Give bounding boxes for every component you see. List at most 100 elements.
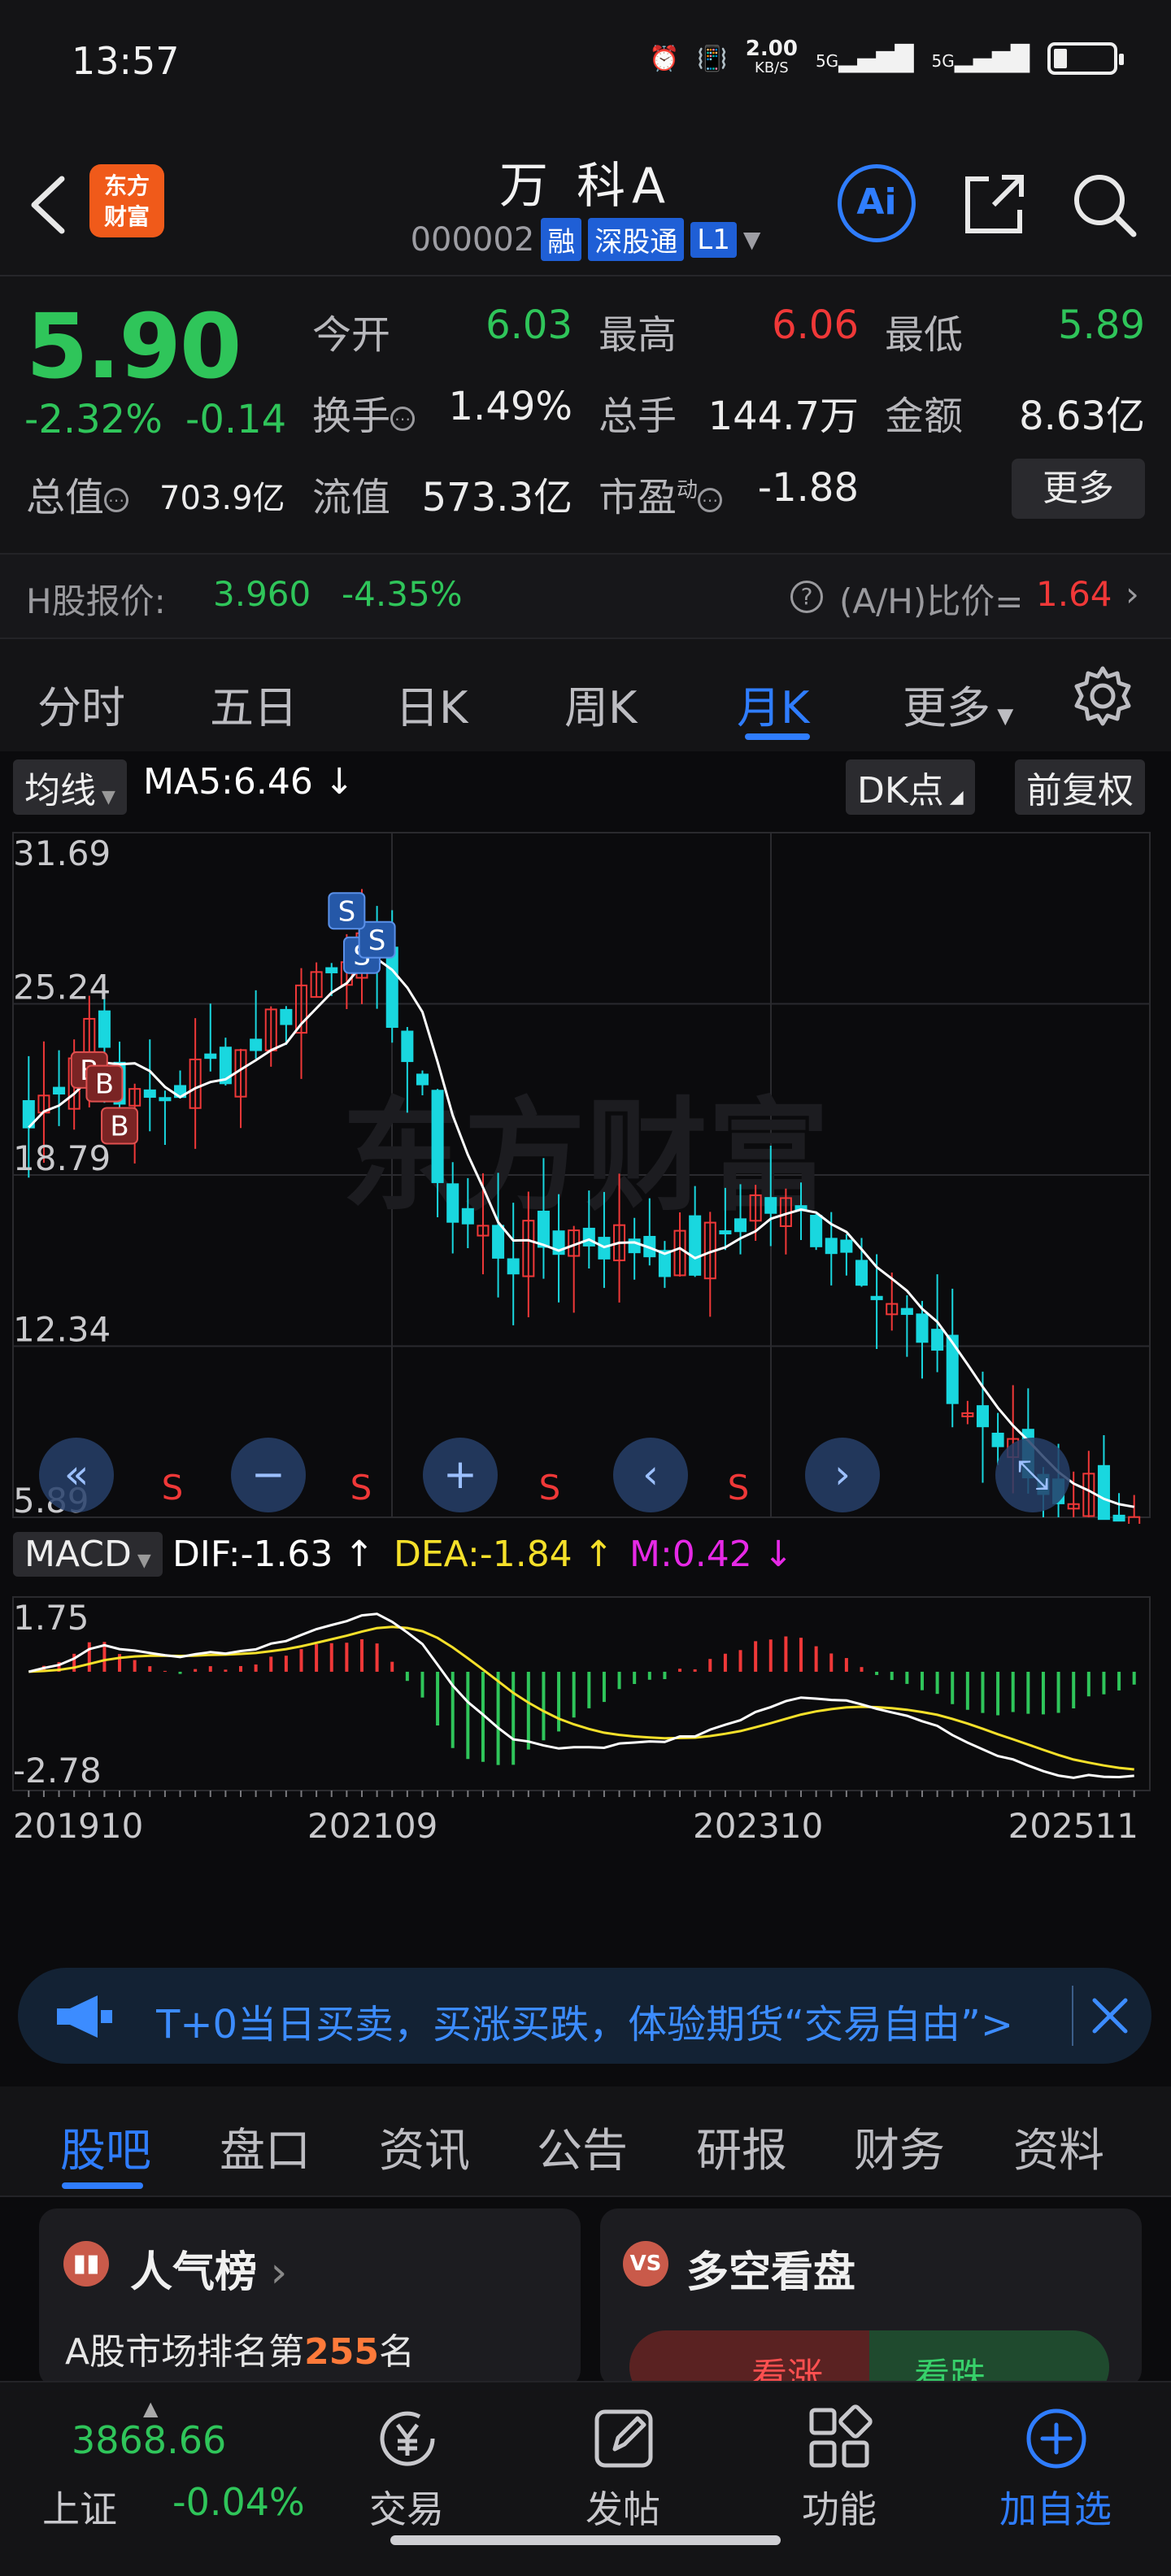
share-icon[interactable] bbox=[958, 168, 1031, 241]
popularity-card[interactable]: ▮▮ 人气榜 › A股市场排名第255名 bbox=[39, 2208, 581, 2387]
search-icon[interactable] bbox=[1067, 168, 1140, 241]
candle-body bbox=[385, 946, 398, 1029]
candle-body bbox=[810, 1215, 823, 1247]
turnover-label[interactable]: 换手 ⋯ bbox=[312, 384, 416, 441]
caret-down-icon: ▼ bbox=[990, 704, 1014, 729]
zoom-out-icon[interactable]: − bbox=[231, 1438, 306, 1512]
fullscreen-icon[interactable]: ⤡ bbox=[995, 1438, 1070, 1512]
bull-segment bbox=[629, 2330, 869, 2387]
pe-label[interactable]: 市盈动 ⋯ bbox=[599, 465, 723, 522]
tab-research[interactable]: 研报 bbox=[696, 2114, 787, 2180]
content-tabs: 股吧 盘口 资讯 公告 研报 财务 资料 bbox=[0, 2086, 1171, 2197]
help-icon[interactable]: ? bbox=[790, 574, 823, 614]
popularity-rank-text: A股市场排名第255名 bbox=[65, 2331, 415, 2373]
tag-level: L1 bbox=[690, 221, 737, 258]
vs-icon: VS bbox=[623, 2241, 668, 2287]
candle-body bbox=[401, 1030, 414, 1063]
vote-bar: 看涨 看跌 bbox=[629, 2330, 1109, 2387]
change-amount: -0.14 bbox=[185, 397, 287, 442]
candle-body bbox=[916, 1313, 929, 1343]
control-glyph: ⤡ bbox=[1016, 1451, 1049, 1498]
yen-circle-icon bbox=[380, 2411, 435, 2466]
x-tick-label: 201910 bbox=[13, 1806, 143, 1846]
long-short-title: 多空看盘 bbox=[686, 2248, 856, 2297]
signal-label: S bbox=[338, 895, 356, 928]
kline-chart-area[interactable]: 均线 ▼ MA5:6.46 ↓ DK点 ◢ 前复权 东方财富 BBBSSS 31… bbox=[0, 751, 1171, 1947]
scroll-left-icon[interactable]: « bbox=[39, 1438, 114, 1512]
macd-selector[interactable]: MACD ▼ bbox=[13, 1532, 163, 1577]
candle-body bbox=[719, 1230, 732, 1235]
nav-post[interactable]: 发帖 bbox=[542, 2382, 704, 2545]
forward-adjust-button[interactable]: 前复权 bbox=[1015, 759, 1145, 815]
control-glyph: › bbox=[834, 1451, 851, 1498]
amount-value: 8.63亿 bbox=[1019, 394, 1145, 439]
divider bbox=[1072, 1986, 1073, 2046]
net-speed: 2.00 KB/S bbox=[745, 37, 798, 76]
tab-monthly-k[interactable]: 月K bbox=[737, 672, 809, 736]
high-value: 6.06 bbox=[772, 302, 859, 348]
zoom-in-icon[interactable]: + bbox=[423, 1438, 498, 1512]
settings-gear-icon[interactable] bbox=[1070, 664, 1135, 729]
candle-body bbox=[946, 1334, 959, 1404]
tag-connect: 深股通 bbox=[588, 218, 685, 261]
candle-body bbox=[492, 1225, 505, 1259]
y-tick-label: 31.69 bbox=[13, 833, 111, 873]
close-icon[interactable] bbox=[1090, 1995, 1130, 2036]
macd-frame bbox=[12, 1596, 1151, 1791]
signal-label: S bbox=[368, 925, 386, 957]
signal-label: B bbox=[95, 1068, 114, 1101]
control-glyph: ‹ bbox=[642, 1451, 659, 1498]
long-short-card[interactable]: VS 多空看盘 看涨 看跌 bbox=[600, 2208, 1142, 2387]
prev-icon[interactable]: ‹ bbox=[613, 1438, 688, 1512]
nav-trade[interactable]: 交易 bbox=[325, 2382, 488, 2545]
info-icon: ⋯ bbox=[390, 407, 416, 431]
h-share-row[interactable]: H股报价: 3.960 -4.35% ? (A/H)比价= 1.64 › bbox=[0, 553, 1171, 637]
home-indicator bbox=[390, 2535, 781, 2545]
sell-marker: S bbox=[350, 1468, 372, 1508]
ai-button[interactable]: Ai bbox=[838, 164, 916, 242]
macd-chart[interactable]: 1.75 -2.78 201910 202109 202310 202511 bbox=[0, 1589, 1171, 1890]
quote-panel: 5.90 -2.32% -0.14 今开 6.03 最高 6.06 最低 5.8… bbox=[0, 276, 1171, 553]
candle-body bbox=[689, 1215, 702, 1276]
tab-order-book[interactable]: 盘口 bbox=[220, 2114, 311, 2180]
h-share-label: H股报价: bbox=[26, 581, 166, 621]
tab-profile[interactable]: 资料 bbox=[1013, 2114, 1104, 2180]
plus-circle-icon bbox=[1026, 2408, 1086, 2469]
sell-marker: S bbox=[539, 1468, 561, 1508]
tab-financials[interactable]: 财务 bbox=[854, 2114, 945, 2180]
candle-body bbox=[280, 1008, 293, 1025]
grid-icon bbox=[809, 2404, 873, 2468]
volume-value: 144.7万 bbox=[707, 394, 859, 439]
status-icons: ⏰ 📳 2.00 KB/S 5G▂▄▆█ 5G▂▄▆█ bbox=[649, 37, 1124, 78]
index-value: 3868.66 bbox=[72, 2418, 227, 2462]
more-button[interactable]: 更多 bbox=[1012, 459, 1145, 519]
candle-body bbox=[931, 1329, 944, 1351]
bar-chart-icon: ▮▮ bbox=[63, 2241, 109, 2287]
tab-news[interactable]: 资讯 bbox=[379, 2114, 470, 2180]
candle-body bbox=[900, 1308, 913, 1316]
active-tab-indicator bbox=[745, 733, 810, 740]
tab-five-day[interactable]: 五日 bbox=[210, 672, 298, 736]
tab-more[interactable]: 更多 ▼ bbox=[903, 672, 1013, 736]
dk-point-button[interactable]: DK点 ◢ bbox=[846, 759, 975, 815]
y-tick-label: 18.79 bbox=[13, 1138, 111, 1178]
candle-body bbox=[461, 1208, 474, 1225]
tab-weekly-k[interactable]: 周K bbox=[564, 672, 637, 736]
promo-banner[interactable]: T+0当日买卖，买涨买跌，体验期货“交易自由”> bbox=[18, 1968, 1151, 2064]
tab-announcements[interactable]: 公告 bbox=[537, 2114, 628, 2180]
x-tick-label: 202511 bbox=[1008, 1806, 1138, 1846]
ma-selector[interactable]: 均线 ▼ bbox=[13, 759, 127, 815]
open-value: 6.03 bbox=[485, 302, 572, 348]
candle-body bbox=[870, 1295, 883, 1300]
tab-guba[interactable]: 股吧 bbox=[60, 2114, 151, 2180]
tab-intraday[interactable]: 分时 bbox=[37, 672, 125, 736]
next-icon[interactable]: › bbox=[805, 1438, 880, 1512]
index-ticker[interactable]: ▲ 3868.66 上证 -0.04% bbox=[0, 2382, 325, 2545]
nav-functions[interactable]: 功能 bbox=[758, 2382, 921, 2545]
nav-add-watchlist[interactable]: 加自选 bbox=[974, 2382, 1137, 2545]
candle-body bbox=[325, 967, 338, 973]
stock-header: 东方 财富 万 科A 000002 融 深股通 L1 ▼ Ai bbox=[0, 122, 1171, 276]
mcap-label[interactable]: 总值 ⋯ bbox=[26, 465, 129, 522]
tab-daily-k[interactable]: 日K bbox=[395, 672, 468, 736]
kline-chart[interactable]: 东方财富 BBBSSS 31.6925.2418.7912.345.89 «−+… bbox=[0, 808, 1171, 1524]
